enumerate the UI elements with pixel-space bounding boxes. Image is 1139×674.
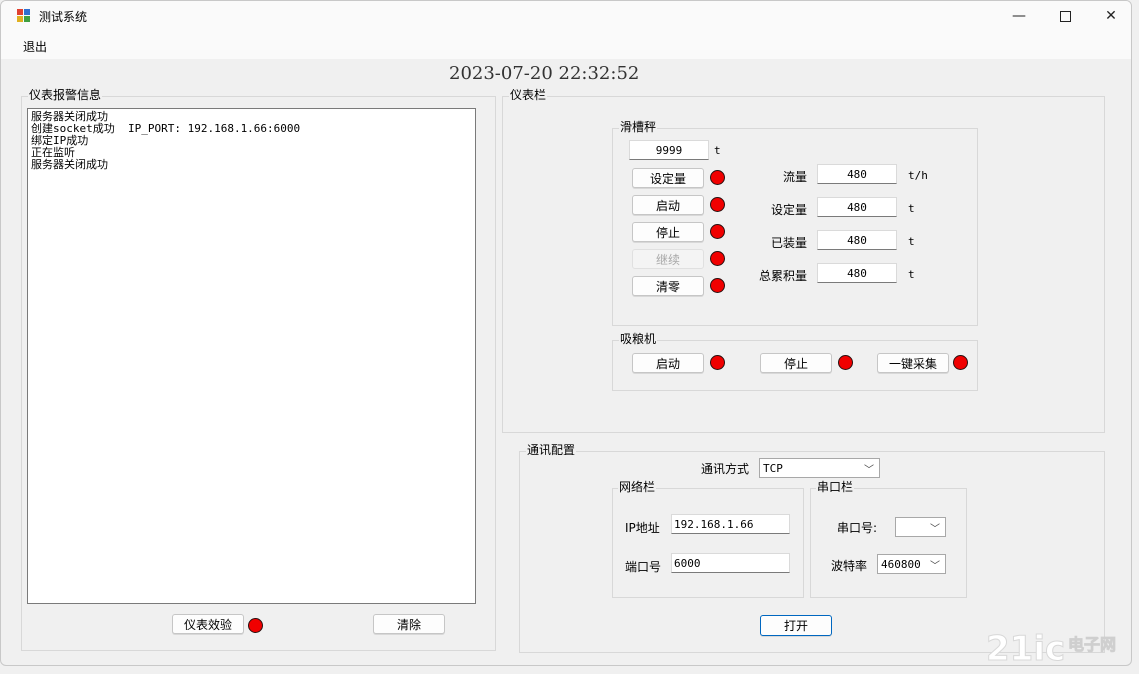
grain-start-button[interactable]: 启动 [632, 353, 704, 373]
serial-group [810, 488, 967, 598]
scale-start-led [710, 197, 725, 212]
log-line: 服务器关闭成功 [31, 158, 108, 171]
open-connection-button[interactable]: 打开 [760, 615, 832, 636]
menu-exit[interactable]: 退出 [23, 38, 47, 55]
scale-setpoint-led [710, 170, 725, 185]
flow-label: 流量 [782, 170, 807, 184]
comm-mode-select[interactable]: TCP ﹀ [759, 458, 880, 478]
instrument-panel-title: 仪表栏 [509, 88, 548, 102]
network-group-title: 网络栏 [618, 480, 657, 494]
baud-rate-select[interactable]: 460800 ﹀ [877, 554, 946, 574]
serial-group-title: 串口栏 [816, 480, 855, 494]
minimize-icon: — [1012, 8, 1026, 24]
window-title: 测试系统 [39, 10, 88, 24]
baud-rate-label: 波特率 [831, 559, 868, 573]
network-group [612, 488, 804, 598]
scale-continue-led [710, 251, 725, 266]
port-label: 端口号 [625, 560, 662, 574]
clock-display: 2023-07-20 22:32:52 [449, 63, 640, 84]
serial-port-label: 串口号: [837, 521, 878, 535]
grain-stop-button[interactable]: 停止 [760, 353, 832, 373]
loaded-value[interactable]: 480 [817, 230, 897, 250]
setpoint-label: 设定量 [770, 203, 807, 217]
scale-group-title: 滑槽秤 [619, 120, 658, 134]
setpoint-value[interactable]: 480 [817, 197, 897, 217]
comm-mode-value: TCP [763, 461, 783, 475]
alarm-panel-title: 仪表报警信息 [28, 88, 103, 102]
calibrate-button[interactable]: 仪表效验 [172, 614, 244, 634]
chevron-down-icon: ﹀ [864, 465, 874, 476]
alarm-log[interactable]: 服务器关闭成功 创建socket成功 IP_PORT: 192.168.1.66:… [27, 108, 476, 604]
flow-value[interactable]: 480 [817, 164, 897, 184]
log-line: 创建socket成功 IP_PORT: 192.168.1.66:6000 [31, 122, 301, 135]
close-icon: ✕ [1105, 8, 1117, 24]
scale-zero-button[interactable]: 清零 [632, 276, 704, 296]
minimize-button[interactable]: — [996, 1, 1042, 31]
one-click-collect-button[interactable]: 一键采集 [877, 353, 949, 373]
chevron-down-icon: ﹀ [930, 524, 940, 535]
svg-text:电子网: 电子网 [1068, 635, 1116, 654]
log-line: 绑定IP成功 [31, 134, 89, 147]
total-value[interactable]: 480 [817, 263, 897, 283]
scale-stop-button[interactable]: 停止 [632, 222, 704, 242]
title-bar: 测试系统 — ✕ [1, 1, 1131, 31]
baud-rate-value: 460800 [881, 557, 921, 571]
scale-start-button[interactable]: 启动 [632, 195, 704, 215]
site-watermark: 21ic 电子网 [984, 626, 1134, 670]
scale-continue-button[interactable]: 继续 [632, 249, 704, 269]
close-button[interactable]: ✕ [1088, 1, 1131, 31]
total-label: 总累积量 [758, 269, 807, 283]
grain-stop-led [838, 355, 853, 370]
scale-target-unit: t [714, 144, 721, 157]
grain-machine-title: 吸粮机 [619, 332, 658, 346]
ip-input[interactable]: 192.168.1.66 [671, 514, 790, 534]
calibrate-status-led [248, 618, 263, 633]
clear-log-button[interactable]: 清除 [373, 614, 445, 634]
serial-port-select[interactable]: ﹀ [895, 517, 946, 537]
comm-panel-title: 通讯配置 [526, 443, 577, 457]
maximize-icon [1059, 10, 1071, 22]
scale-target-input[interactable]: 9999 [629, 140, 709, 160]
grain-start-led [710, 355, 725, 370]
ip-label: IP地址 [625, 521, 660, 535]
port-input[interactable]: 6000 [671, 553, 790, 573]
app-icon [17, 9, 31, 23]
svg-text:21ic: 21ic [986, 629, 1065, 668]
app-window: 测试系统 — ✕ 退出 2023-07-20 22:32:52 仪表报警信息 服… [0, 0, 1132, 666]
one-click-collect-led [953, 355, 968, 370]
total-unit: t [908, 268, 915, 281]
loaded-unit: t [908, 235, 915, 248]
flow-unit: t/h [908, 169, 928, 182]
loaded-label: 已装量 [770, 236, 807, 250]
maximize-button[interactable] [1042, 1, 1088, 31]
scale-setpoint-button[interactable]: 设定量 [632, 168, 704, 188]
watermark-logo-icon: 21ic 电子网 [986, 629, 1117, 670]
scale-zero-led [710, 278, 725, 293]
setpoint-unit: t [908, 202, 915, 215]
menu-bar [1, 31, 1131, 59]
comm-mode-label: 通讯方式 [701, 462, 750, 476]
chevron-down-icon: ﹀ [930, 561, 940, 572]
scale-stop-led [710, 224, 725, 239]
